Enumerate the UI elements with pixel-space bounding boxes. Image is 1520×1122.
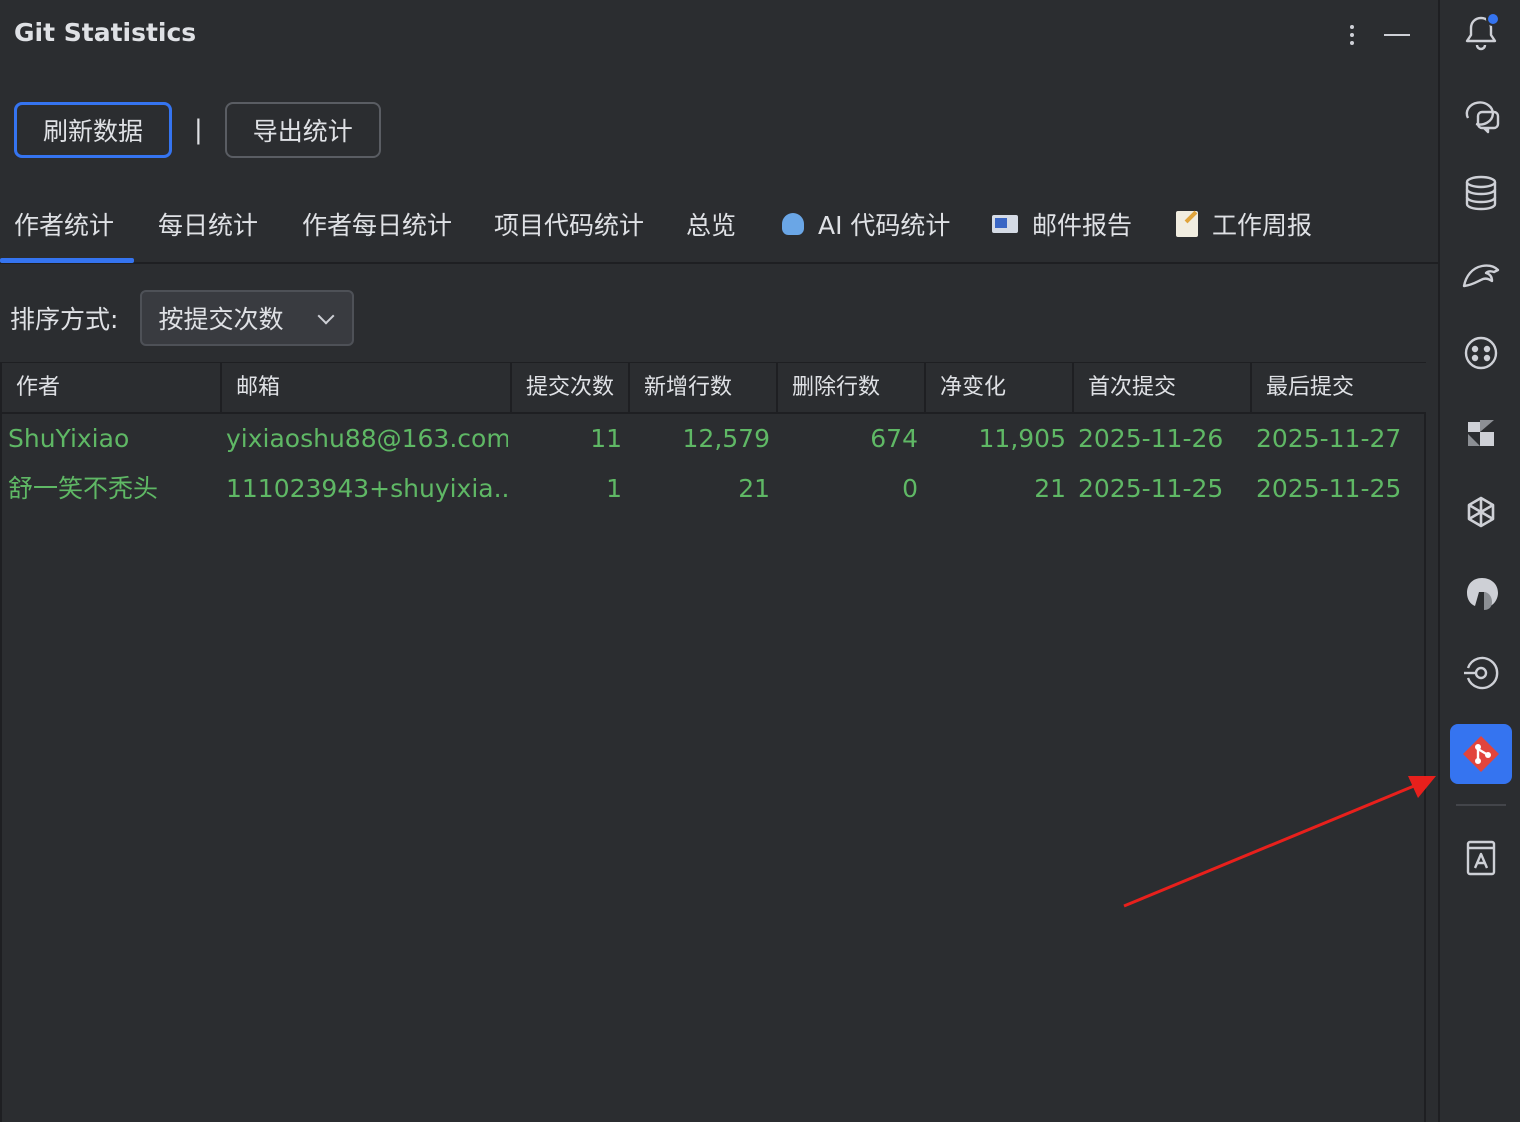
toolbar-separator: | bbox=[194, 115, 203, 145]
export-button[interactable]: 导出统计 bbox=[224, 102, 381, 158]
column-header-last-commit[interactable]: 最后提交 bbox=[1252, 363, 1426, 413]
openai-icon[interactable] bbox=[1460, 492, 1502, 534]
memo-icon bbox=[1176, 211, 1198, 237]
cell-deleted-lines: 0 bbox=[902, 474, 918, 503]
tab-label: AI 代码统计 bbox=[818, 211, 951, 240]
panel-title: Git Statistics bbox=[14, 18, 197, 47]
cell-added-lines: 21 bbox=[738, 474, 770, 503]
table-row[interactable]: 舒一笑不秃头 111023943+shuyixia... 1 21 0 21 2… bbox=[2, 464, 1426, 514]
cell-net-change: 11,905 bbox=[978, 424, 1066, 453]
dolphin-icon[interactable] bbox=[1460, 252, 1502, 294]
notification-dot bbox=[1486, 12, 1500, 26]
database-icon[interactable] bbox=[1460, 172, 1502, 214]
tab-weekly-report[interactable]: 工作周报 bbox=[1176, 206, 1312, 242]
cell-commits: 11 bbox=[590, 424, 622, 453]
panel-actions bbox=[1342, 20, 1412, 50]
cell-last-commit: 2025-11-27 bbox=[1256, 424, 1402, 453]
robot-icon bbox=[782, 213, 804, 235]
table-header: 作者 邮箱 提交次数 新增行数 删除行数 净变化 首次提交 最后提交 bbox=[2, 362, 1426, 414]
tab-overview[interactable]: 总览 bbox=[686, 206, 736, 242]
right-tool-window-bar bbox=[1438, 0, 1520, 1122]
refresh-button[interactable]: 刷新数据 bbox=[14, 102, 173, 158]
cell-email: 111023943+shuyixia... bbox=[226, 474, 508, 503]
chat-icon[interactable] bbox=[1460, 94, 1502, 136]
cell-author: ShuYixiao bbox=[8, 424, 130, 453]
toolbar: 刷新数据 | 导出统计 bbox=[14, 100, 381, 160]
sort-row: 排序方式: 按提交次数 bbox=[10, 290, 355, 346]
tab-bar: 作者统计 每日统计 作者每日统计 项目代码统计 总览 AI 代码统计 邮件报告 … bbox=[0, 186, 1438, 264]
git-statistics-icon[interactable] bbox=[1460, 733, 1502, 775]
tab-label: 每日统计 bbox=[158, 211, 259, 240]
author-stats-table: 作者 邮箱 提交次数 新增行数 删除行数 净变化 首次提交 最后提交 ShuYi… bbox=[0, 362, 1426, 1122]
cell-net-change: 21 bbox=[1034, 474, 1066, 503]
column-header-email[interactable]: 邮箱 bbox=[222, 363, 512, 413]
cell-commits: 1 bbox=[606, 474, 622, 503]
panel-header: Git Statistics bbox=[0, 0, 1438, 70]
table-body: ShuYixiao yixiaoshu88@163.com 11 12,579 … bbox=[2, 414, 1426, 514]
tab-label: 工作周报 bbox=[1212, 211, 1313, 240]
more-options-icon[interactable] bbox=[1342, 20, 1362, 50]
cell-first-commit: 2025-11-25 bbox=[1078, 474, 1224, 503]
mail-icon bbox=[992, 215, 1018, 233]
tab-label: 项目代码统计 bbox=[494, 211, 645, 240]
column-header-added-lines[interactable]: 新增行数 bbox=[630, 363, 778, 413]
tab-author-daily-stats[interactable]: 作者每日统计 bbox=[302, 206, 452, 242]
column-header-first-commit[interactable]: 首次提交 bbox=[1074, 363, 1252, 413]
column-header-deleted-lines[interactable]: 删除行数 bbox=[778, 363, 926, 413]
tab-email-report[interactable]: 邮件报告 bbox=[992, 206, 1132, 242]
cell-author: 舒一笑不秃头 bbox=[8, 474, 159, 503]
git-statistics-panel: Git Statistics 刷新数据 | 导出统计 作者统计 每日统计 作者每… bbox=[0, 0, 1438, 1122]
run-target-icon[interactable] bbox=[1460, 652, 1502, 694]
column-header-net-change[interactable]: 净变化 bbox=[926, 363, 1074, 413]
sort-dropdown[interactable]: 按提交次数 bbox=[140, 290, 355, 346]
sort-label: 排序方式: bbox=[10, 305, 119, 334]
bot-face-icon[interactable] bbox=[1460, 332, 1502, 374]
chevron-down-icon bbox=[317, 307, 335, 325]
cell-last-commit: 2025-11-25 bbox=[1256, 474, 1402, 503]
tab-author-stats[interactable]: 作者统计 bbox=[14, 206, 114, 242]
claude-icon[interactable] bbox=[1460, 572, 1502, 614]
column-header-author[interactable]: 作者 bbox=[2, 363, 222, 413]
sort-selected-value: 按提交次数 bbox=[158, 305, 284, 334]
minimize-icon[interactable] bbox=[1384, 20, 1412, 50]
tab-label: 总览 bbox=[686, 211, 737, 240]
cell-first-commit: 2025-11-26 bbox=[1078, 424, 1224, 453]
tab-daily-stats[interactable]: 每日统计 bbox=[158, 206, 258, 242]
tab-project-code-stats[interactable]: 项目代码统计 bbox=[494, 206, 644, 242]
table-row[interactable]: ShuYixiao yixiaoshu88@163.com 11 12,579 … bbox=[2, 414, 1426, 464]
cell-deleted-lines: 674 bbox=[870, 424, 918, 453]
tab-label: 作者统计 bbox=[14, 211, 115, 240]
tab-label: 作者每日统计 bbox=[302, 211, 453, 240]
active-tab-indicator bbox=[0, 258, 134, 263]
cell-added-lines: 12,579 bbox=[682, 424, 770, 453]
jetbrains-ai-icon[interactable] bbox=[1460, 412, 1502, 454]
translate-book-icon[interactable] bbox=[1460, 836, 1502, 878]
tab-label: 邮件报告 bbox=[1032, 211, 1133, 240]
sidebar-divider bbox=[1456, 804, 1506, 806]
cell-email: yixiaoshu88@163.com bbox=[226, 424, 508, 453]
tab-ai-code-stats[interactable]: AI 代码统计 bbox=[782, 206, 950, 242]
column-header-commits[interactable]: 提交次数 bbox=[512, 363, 630, 413]
